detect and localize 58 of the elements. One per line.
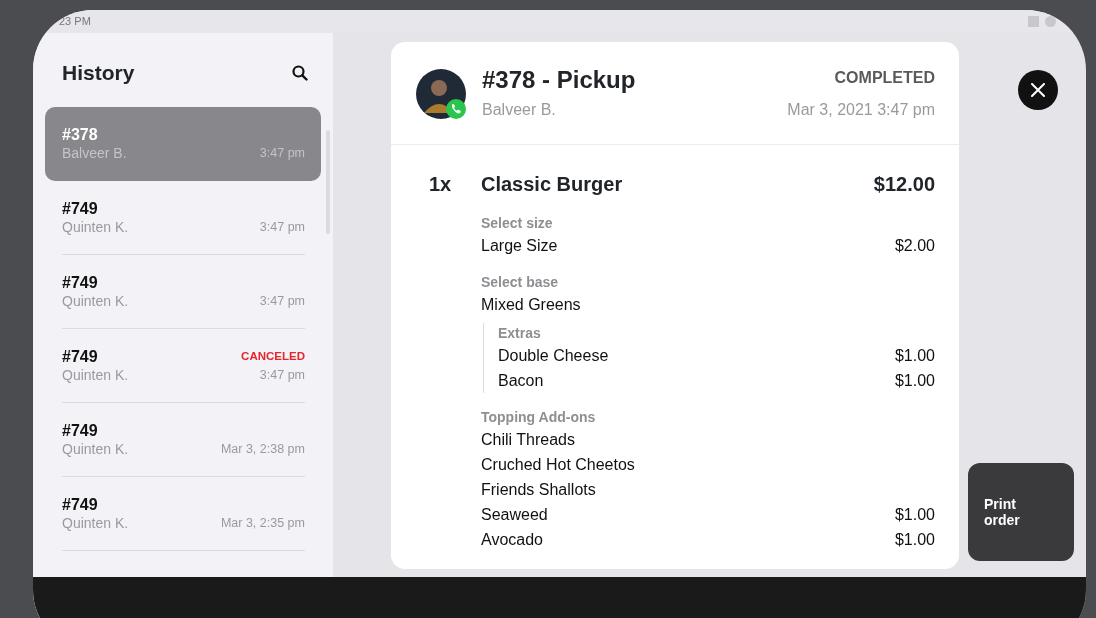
order-time: 3:47 pm	[259, 145, 305, 163]
item-price: $12.00	[873, 172, 935, 197]
order-time: Mar 3, 2:35 pm	[220, 515, 305, 533]
option-name: Cruched Hot Cheetos	[481, 455, 635, 475]
item-quantity: 1x	[429, 172, 453, 197]
order-number: #749	[62, 273, 98, 292]
search-icon[interactable]	[292, 65, 308, 81]
order-date: Mar 3, 2021 3:47 pm	[787, 100, 935, 120]
option-group-label: Extras	[498, 324, 542, 343]
history-item[interactable]: #378 Balveer B. 3:47 pm	[45, 107, 321, 181]
order-number: #378	[62, 125, 98, 144]
customer-name: Quinten K.	[62, 218, 129, 237]
option-name: Seaweed	[481, 505, 548, 525]
history-item[interactable]: #749 Quinten K. Mar 3, 2:35 pm	[45, 477, 321, 551]
history-item[interactable]: #749 CANCELED Quinten K. 3:47 pm	[45, 329, 321, 403]
option-name: Bacon	[498, 371, 544, 391]
square-icon	[1028, 16, 1039, 27]
order-number: #749	[62, 199, 98, 218]
option-price: $1.00	[894, 346, 935, 366]
history-item[interactable]: #749 Quinten K. 3:47 pm	[45, 181, 321, 255]
option-name: Mixed Greens	[481, 295, 581, 315]
order-number: #749	[62, 421, 98, 440]
print-order-button[interactable]: Print order	[968, 463, 1074, 561]
option-price: $2.00	[894, 236, 935, 256]
order-status: COMPLETED	[833, 68, 935, 88]
history-item[interactable]: #749 Quinten K. Mar 3, 2:38 pm	[45, 403, 321, 477]
order-time: 3:47 pm	[259, 367, 305, 385]
customer-name: Quinten K.	[62, 366, 129, 385]
customer-name: Quinten K.	[62, 514, 129, 533]
option-name: Friends Shallots	[481, 480, 596, 500]
option-name: Chili Threads	[481, 430, 575, 450]
order-time: Mar 3, 2:38 pm	[220, 441, 305, 459]
option-group-label: Select base	[481, 273, 560, 292]
status-label: CANCELED	[241, 348, 305, 364]
customer-name: Quinten K.	[62, 440, 129, 459]
order-number: #749	[62, 495, 98, 514]
circle-icon	[1045, 16, 1056, 27]
customer-name: Balveer B.	[62, 144, 127, 163]
option-name: Large Size	[481, 236, 558, 256]
sidebar-title: History	[62, 60, 135, 86]
order-number: #749	[62, 347, 98, 366]
history-item[interactable]: #749 Quinten K. 3:47 pm	[45, 255, 321, 329]
option-price: $1.00	[894, 371, 935, 391]
close-icon	[1031, 83, 1045, 97]
option-name: Double Cheese	[498, 346, 609, 366]
customer-name: Quinten K.	[62, 292, 129, 311]
item-name: Classic Burger	[481, 172, 624, 197]
option-group-label: Topping Add-ons	[481, 408, 597, 427]
avatar-icon	[416, 69, 466, 119]
order-title: #378 - Pickup	[482, 66, 637, 94]
option-price: $1.00	[894, 505, 935, 525]
customer-name: Balveer B.	[482, 100, 557, 120]
option-name: Avocado	[481, 530, 543, 550]
option-group-label: Select size	[481, 214, 554, 233]
option-price: $1.00	[894, 530, 935, 550]
order-time: 3:47 pm	[259, 293, 305, 311]
close-button[interactable]	[1018, 70, 1058, 110]
order-time: 3:47 pm	[259, 219, 305, 237]
